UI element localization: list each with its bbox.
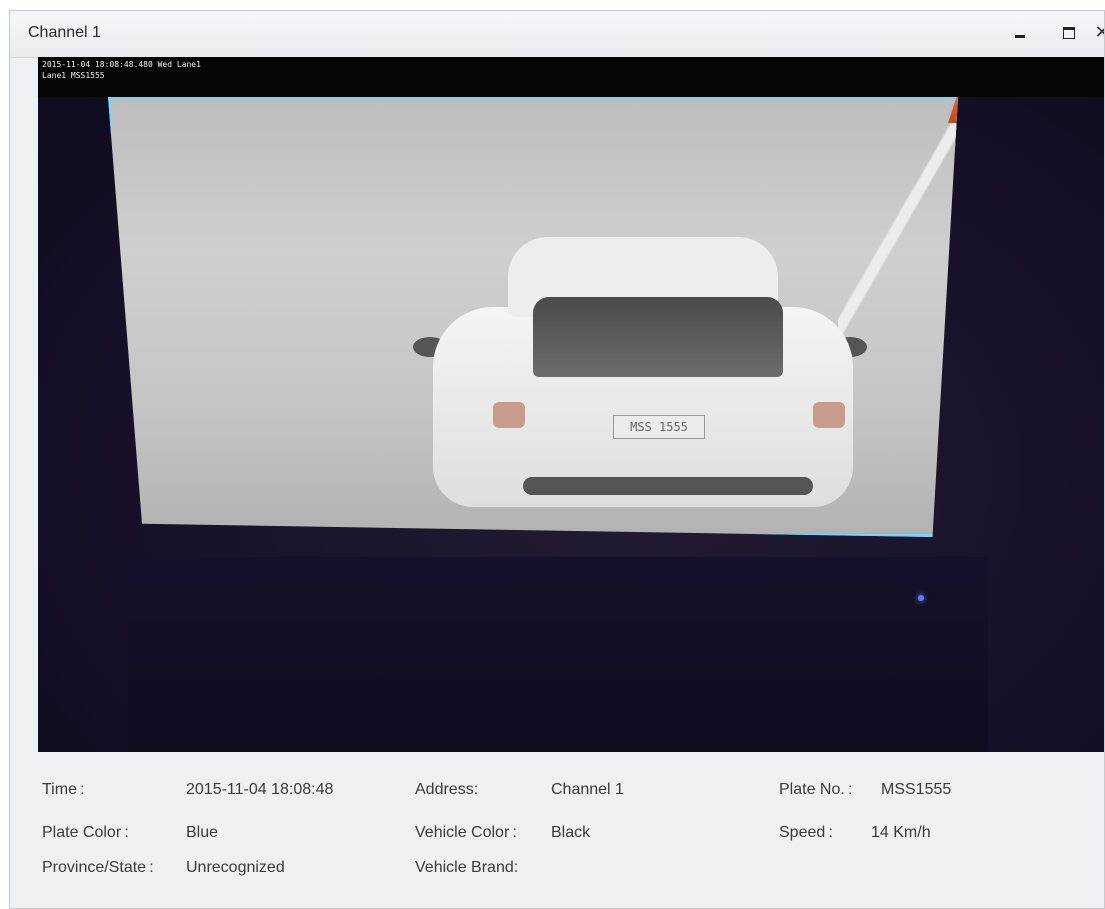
title-bar[interactable]: Channel 1 ✕ — [10, 11, 1104, 58]
vehicle-rear-window — [533, 297, 783, 377]
maximize-icon — [1063, 27, 1075, 39]
plate-info-panel: Time : 2015-11-04 18:08:48 Address: Chan… — [10, 752, 1104, 908]
minimize-icon — [1015, 35, 1025, 38]
osd-timestamp: 2015-11-04 18:08:48.480 Wed Lane1 — [42, 60, 201, 69]
close-button[interactable]: ✕ — [1090, 21, 1104, 45]
monitor-bezel — [128, 557, 988, 752]
address-label: Address: — [415, 781, 479, 798]
speed-label: Speed : — [779, 824, 833, 841]
vehicle: MSS 1555 — [413, 237, 873, 527]
minimize-button[interactable] — [1008, 21, 1032, 45]
snapshot-image: 2015-11-04 18:08:48.480 Wed Lane1 Lane1 … — [38, 57, 1104, 752]
province-value: Unrecognized — [186, 859, 285, 876]
left-tail-lamp — [493, 402, 525, 428]
address-value: Channel 1 — [551, 781, 624, 798]
plate-color-label: Plate Color : — [42, 824, 129, 841]
maximize-button[interactable] — [1057, 21, 1081, 45]
close-icon: ✕ — [1094, 22, 1104, 42]
monitor-screen: MSS 1555 — [108, 97, 958, 537]
province-label: Province/State : — [42, 859, 154, 876]
right-tail-lamp — [813, 402, 845, 428]
time-value: 2015-11-04 18:08:48 — [186, 781, 334, 798]
time-label: Time : — [42, 781, 85, 798]
vehicle-brand-label: Vehicle Brand: — [415, 859, 519, 876]
license-plate: MSS 1555 — [613, 415, 705, 439]
channel-window: Channel 1 ✕ 2015-11-04 18:08:48.480 Wed … — [9, 10, 1105, 909]
plate-no-value: MSS1555 — [881, 781, 952, 798]
power-led — [918, 595, 924, 601]
window-title: Channel 1 — [28, 24, 101, 41]
plate-no-label: Plate No. : — [779, 781, 853, 798]
rear-bumper — [523, 477, 813, 495]
monitor-scene: MSS 1555 — [38, 97, 1104, 752]
osd-lane-plate: Lane1 MSS1555 — [42, 71, 105, 80]
osd-overlay: 2015-11-04 18:08:48.480 Wed Lane1 Lane1 … — [38, 57, 1104, 97]
plate-color-value: Blue — [186, 824, 219, 841]
vehicle-color-label: Vehicle Color : — [415, 824, 517, 841]
speed-value: 14 Km/h — [871, 824, 931, 841]
vehicle-color-value: Black — [551, 824, 591, 841]
